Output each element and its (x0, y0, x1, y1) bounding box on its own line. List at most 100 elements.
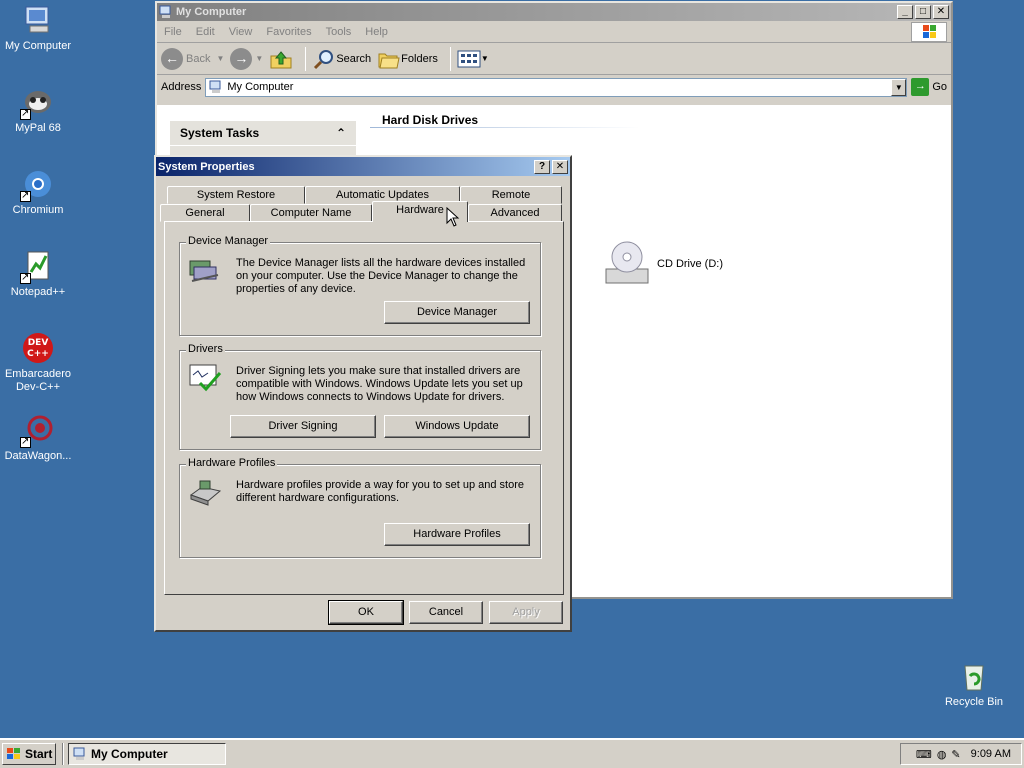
taskbar-item-my-computer[interactable]: My Computer (68, 743, 226, 765)
minimize-button[interactable]: _ (897, 5, 913, 19)
dialog-titlebar[interactable]: System Properties ? ✕ (156, 157, 570, 176)
folders-button[interactable]: Folders (377, 48, 438, 70)
back-label: Back (186, 52, 211, 65)
desktop-icon-recycle-bin[interactable]: Recycle Bin (936, 660, 1012, 709)
up-folder-icon (270, 50, 292, 68)
menu-favorites[interactable]: Favorites (259, 26, 318, 38)
chromium-icon (20, 168, 54, 202)
device-manager-group: Device Manager The Device Manager lists … (179, 235, 541, 336)
desktop-icon-chromium[interactable]: Chromium (0, 168, 76, 217)
start-label: Start (25, 747, 53, 761)
up-folder-button[interactable] (269, 48, 293, 70)
group-legend: Device Manager (186, 235, 271, 247)
folders-icon (378, 53, 400, 68)
help-button[interactable]: ? (534, 159, 550, 174)
search-icon (314, 49, 334, 69)
menu-help[interactable]: Help (358, 26, 395, 38)
address-label: Address (161, 81, 202, 93)
windows-logo-icon (911, 22, 947, 42)
mouse-cursor-icon (446, 207, 460, 227)
system-tray: ⌨ ◍ ✎ 9:09 AM (900, 743, 1022, 765)
my-computer-icon (159, 5, 173, 19)
search-label: Search (336, 52, 372, 65)
shortcut-arrow-icon (20, 435, 31, 448)
devcpp-icon: DEV C++ (22, 332, 54, 364)
chevron-down-icon: ▼ (255, 54, 264, 63)
chevron-down-icon: ▼ (216, 54, 225, 63)
desktop-icon-label: MyPal 68 (15, 122, 61, 134)
explorer-titlebar[interactable]: My Computer _ □ ✕ (157, 3, 951, 21)
dialog-close-button[interactable]: ✕ (552, 159, 568, 174)
menu-edit[interactable]: Edit (189, 26, 222, 38)
section-heading: Hard Disk Drives (382, 113, 479, 127)
notepadpp-icon (20, 250, 54, 284)
go-button[interactable]: → Go (911, 78, 947, 96)
recycle-bin-icon (958, 660, 990, 692)
security-icon[interactable]: ✎ (951, 748, 960, 761)
go-label: Go (932, 81, 947, 93)
hardware-profiles-group: Hardware Profiles Hardware profiles prov… (179, 457, 541, 558)
hardware-profiles-description: Hardware profiles provide a way for you … (236, 479, 524, 504)
desktop-icon-datawagon[interactable]: DataWagon... (0, 414, 76, 463)
toolbar: ← Back ▼ → ▼ Search Folders ▼ (157, 43, 951, 75)
forward-arrow-icon: → (230, 47, 253, 70)
datawagon-icon (20, 414, 54, 448)
my-computer-icon (209, 80, 221, 93)
back-button[interactable]: ← Back ▼ (161, 47, 225, 70)
apply-button[interactable]: Apply (489, 601, 563, 624)
driver-signing-button[interactable]: Driver Signing (230, 415, 376, 438)
windows-logo-icon (7, 748, 20, 759)
go-arrow-icon: → (911, 78, 930, 96)
cd-drive-label: CD Drive (D:) (657, 258, 723, 270)
desktop-icon-label: Recycle Bin (944, 696, 1004, 708)
clock[interactable]: 9:09 AM (971, 748, 1011, 760)
desktop-icon-mypal[interactable]: MyPal 68 (0, 86, 76, 135)
search-button[interactable]: Search (312, 48, 371, 70)
my-computer-icon (22, 4, 54, 36)
desktop-icon-notepadpp[interactable]: Notepad++ (0, 250, 76, 299)
tab-advanced[interactable]: Advanced (468, 204, 562, 222)
desktop-icon-label: Chromium (12, 204, 64, 216)
desktop-icon-my-computer[interactable]: My Computer (0, 4, 76, 53)
menu-view[interactable]: View (222, 26, 260, 38)
address-dropdown-button[interactable]: ▼ (891, 78, 907, 96)
my-computer-icon (73, 747, 85, 760)
tab-system-restore[interactable]: System Restore (167, 186, 305, 204)
ok-button[interactable]: OK (328, 600, 404, 625)
menu-file[interactable]: File (157, 26, 189, 38)
collapse-chevron-icon[interactable]: ⌃ (336, 126, 346, 140)
hardware-profiles-button[interactable]: Hardware Profiles (384, 523, 530, 546)
cd-drive-icon (605, 241, 649, 284)
hardware-tab-panel: Device Manager The Device Manager lists … (164, 221, 564, 595)
device-manager-description: The Device Manager lists all the hardwar… (236, 257, 526, 295)
tab-general[interactable]: General (160, 204, 250, 222)
desktop-icon-label: Notepad++ (10, 286, 66, 298)
device-manager-button[interactable]: Device Manager (384, 301, 530, 324)
windows-update-button[interactable]: Windows Update (384, 415, 530, 438)
tab-remote[interactable]: Remote (460, 186, 562, 204)
driver-signing-icon (188, 361, 222, 395)
system-tasks-pane[interactable]: System Tasks ⌃ (170, 121, 356, 157)
address-bar: Address My Computer ▼ → Go (157, 75, 951, 99)
dialog-title: System Properties (158, 160, 255, 173)
desktop-icon-label: My Computer (4, 40, 72, 52)
menu-tools[interactable]: Tools (319, 26, 359, 38)
window-title: My Computer (176, 6, 247, 18)
cd-drive-item[interactable]: CD Drive (D:) (603, 239, 723, 289)
keyboard-icon[interactable]: ⌨ (916, 748, 932, 761)
views-icon (457, 50, 481, 67)
forward-button[interactable]: → ▼ (230, 47, 264, 70)
maximize-button[interactable]: □ (915, 5, 931, 19)
group-legend: Drivers (186, 343, 225, 355)
svg-text:C++: C++ (27, 349, 49, 359)
views-button[interactable]: ▼ (457, 49, 489, 69)
close-button[interactable]: ✕ (933, 5, 949, 19)
system-tasks-title: System Tasks (180, 126, 260, 140)
shortcut-arrow-icon (20, 189, 31, 202)
start-button[interactable]: Start (2, 743, 56, 765)
address-input[interactable]: My Computer ▼ (205, 77, 908, 97)
tab-computer-name[interactable]: Computer Name (250, 204, 372, 222)
network-icon[interactable]: ◍ (937, 748, 947, 761)
cancel-button[interactable]: Cancel (409, 601, 483, 624)
desktop-icon-devcpp[interactable]: DEV C++ Embarcadero Dev-C++ (0, 332, 76, 394)
